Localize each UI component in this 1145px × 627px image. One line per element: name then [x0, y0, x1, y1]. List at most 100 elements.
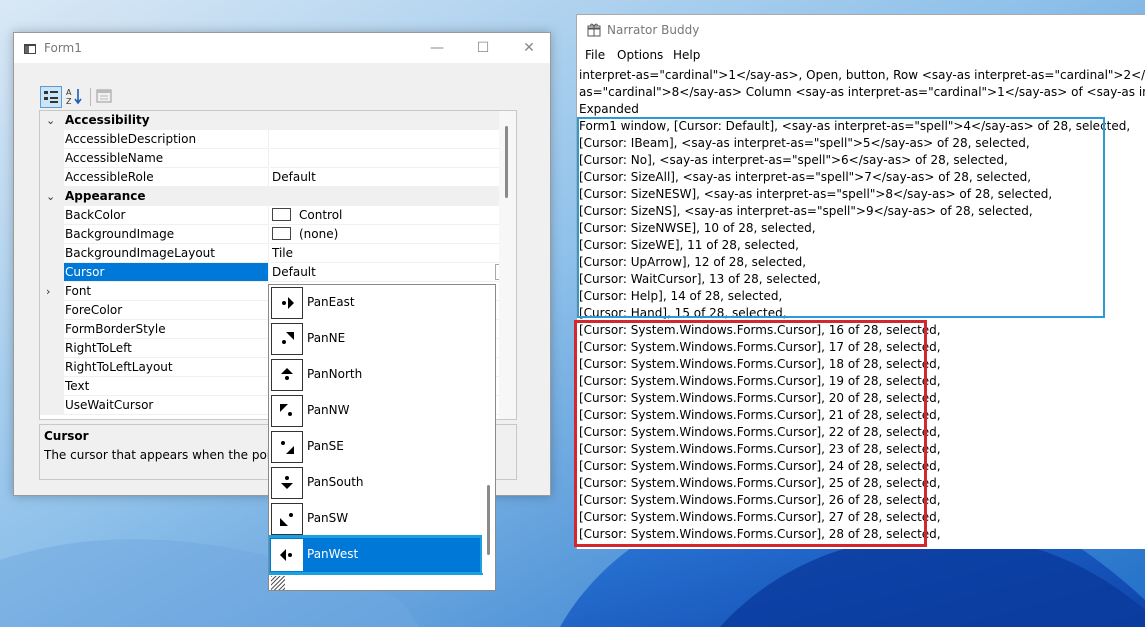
property-name: AccessibleName — [64, 149, 269, 168]
property-row-back-color[interactable]: BackColor Control — [40, 206, 513, 225]
alphabetical-icon[interactable]: AZ — [64, 86, 86, 108]
property-value[interactable]: Default ⌄ — [270, 263, 513, 282]
property-row-accessible-name[interactable]: AccessibleName — [40, 149, 513, 168]
gift-icon — [587, 23, 601, 37]
color-swatch — [272, 208, 291, 221]
property-value[interactable] — [270, 149, 513, 168]
cursor-item-pansw[interactable]: PanSW — [269, 501, 481, 537]
chevron-right-icon[interactable]: › — [46, 285, 50, 298]
categorized-icon[interactable] — [40, 86, 62, 108]
row-gutter — [40, 244, 64, 263]
cursor-item-label: PanSW — [307, 511, 349, 525]
pan-north-icon — [271, 359, 303, 391]
property-row-accessible-role[interactable]: AccessibleRole Default — [40, 168, 513, 187]
log-line: [Cursor: System.Windows.Forms.Cursor], 2… — [579, 527, 941, 541]
cursor-list-scrollbar[interactable] — [482, 285, 495, 573]
cursor-item-panwest[interactable]: PanWest — [269, 535, 483, 575]
svg-text:A: A — [66, 88, 72, 97]
category-accessibility[interactable]: ⌄ Accessibility — [40, 111, 513, 130]
property-name: RightToLeft — [64, 339, 269, 358]
chevron-down-icon[interactable]: ⌄ — [46, 190, 55, 203]
property-grid-scrollbar[interactable] — [499, 111, 516, 419]
scrollbar-thumb[interactable] — [505, 126, 508, 198]
property-value[interactable]: (none) — [270, 225, 513, 244]
cursor-item-panne[interactable]: PanNE — [269, 321, 481, 357]
log-line: [Cursor: SizeNWSE], 10 of 28, selected, — [579, 221, 816, 235]
property-name: Cursor — [64, 263, 269, 282]
property-name: BackgroundImage — [64, 225, 269, 244]
property-value-text: Default — [272, 265, 316, 279]
row-gutter — [40, 358, 64, 377]
window-title: Narrator Buddy — [607, 23, 700, 37]
property-value[interactable] — [270, 130, 513, 149]
property-pages-icon[interactable] — [94, 86, 116, 108]
form1-titlebar[interactable]: Form1 — ☐ ✕ — [14, 33, 550, 63]
log-line: [Cursor: Hand], 15 of 28, selected, — [579, 306, 787, 320]
cursor-item-label: PanNE — [307, 331, 346, 345]
cursor-item-pannorth[interactable]: PanNorth — [269, 357, 481, 393]
log-line: [Cursor: System.Windows.Forms.Cursor], 2… — [579, 425, 941, 439]
log-line: [Cursor: System.Windows.Forms.Cursor], 2… — [579, 493, 941, 507]
category-appearance[interactable]: ⌄ Appearance — [40, 187, 513, 206]
row-gutter — [40, 301, 64, 320]
pan-se-icon — [271, 431, 303, 463]
row-gutter — [40, 377, 64, 396]
menu-help[interactable]: Help — [673, 48, 700, 62]
row-gutter — [40, 320, 64, 339]
scrollbar-thumb[interactable] — [487, 485, 490, 555]
log-line: [Cursor: System.Windows.Forms.Cursor], 2… — [579, 476, 941, 490]
log-line: [Cursor: SizeNS], <say-as interpret-as="… — [579, 204, 1033, 218]
log-line: [Cursor: SizeWE], 11 of 28, selected, — [579, 238, 799, 252]
property-name: UseWaitCursor — [64, 396, 269, 415]
row-gutter: ⌄ — [40, 187, 64, 206]
log-line: [Cursor: System.Windows.Forms.Cursor], 2… — [579, 510, 941, 524]
property-row-accessible-description[interactable]: AccessibleDescription — [40, 130, 513, 149]
cursor-item-paneast[interactable]: PanEast — [269, 285, 481, 321]
minimize-icon[interactable]: — — [414, 33, 460, 63]
cursor-item-label: PanNorth — [307, 367, 363, 381]
property-value[interactable]: Tile — [270, 244, 513, 263]
log-line: [Cursor: UpArrow], 12 of 28, selected, — [579, 255, 807, 269]
pan-sw-icon — [271, 503, 303, 535]
property-name: Font — [64, 282, 269, 301]
property-name: FormBorderStyle — [64, 320, 269, 339]
narrator-titlebar[interactable]: Narrator Buddy — [577, 15, 1145, 45]
resize-grip-icon[interactable] — [271, 576, 285, 590]
chevron-down-icon[interactable]: ⌄ — [46, 114, 55, 127]
log-line: [Cursor: WaitCursor], 13 of 28, selected… — [579, 272, 821, 286]
svg-text:Z: Z — [66, 97, 72, 106]
row-gutter — [40, 396, 64, 415]
property-name: Text — [64, 377, 269, 396]
menu-file[interactable]: File — [585, 48, 605, 62]
pan-south-icon — [271, 467, 303, 499]
property-name: BackColor — [64, 206, 269, 225]
property-value[interactable]: Default — [270, 168, 513, 187]
pan-west-icon — [271, 539, 303, 571]
row-gutter: › — [40, 282, 64, 301]
menu-options[interactable]: Options — [617, 48, 663, 62]
log-line: [Cursor: System.Windows.Forms.Cursor], 1… — [579, 374, 941, 388]
property-row-background-image[interactable]: BackgroundImage (none) — [40, 225, 513, 244]
cursor-item-pannw[interactable]: PanNW — [269, 393, 481, 429]
category-label: Accessibility — [64, 111, 513, 130]
property-row-cursor[interactable]: Cursor Default ⌄ — [40, 263, 513, 282]
description-text: The cursor that appears when the pointer… — [44, 448, 269, 462]
pan-ne-icon — [271, 323, 303, 355]
maximize-icon[interactable]: ☐ — [460, 33, 506, 63]
cursor-item-panse[interactable]: PanSE — [269, 429, 481, 465]
property-row-background-image-layout[interactable]: BackgroundImageLayout Tile — [40, 244, 513, 263]
narration-log: interpret-as="cardinal">1</say-as>, Open… — [579, 67, 1145, 543]
cursor-item-pansouth[interactable]: PanSouth — [269, 465, 481, 501]
property-value-text: (none) — [299, 227, 339, 241]
cursor-item-label: PanWest — [307, 547, 359, 561]
window-title: Form1 — [44, 41, 82, 55]
log-line: as="cardinal">8</say-as> Column <say-as … — [579, 85, 1145, 99]
property-value[interactable]: Control — [270, 206, 513, 225]
category-label: Appearance — [64, 187, 513, 206]
row-gutter — [40, 130, 64, 149]
row-gutter — [40, 263, 64, 282]
cursor-dropdown-list[interactable]: PanEast PanNE PanNorth PanNW PanSE PanSo… — [268, 284, 496, 591]
pan-nw-icon — [271, 395, 303, 427]
property-name: RightToLeftLayout — [64, 358, 269, 377]
close-icon[interactable]: ✕ — [506, 33, 552, 63]
